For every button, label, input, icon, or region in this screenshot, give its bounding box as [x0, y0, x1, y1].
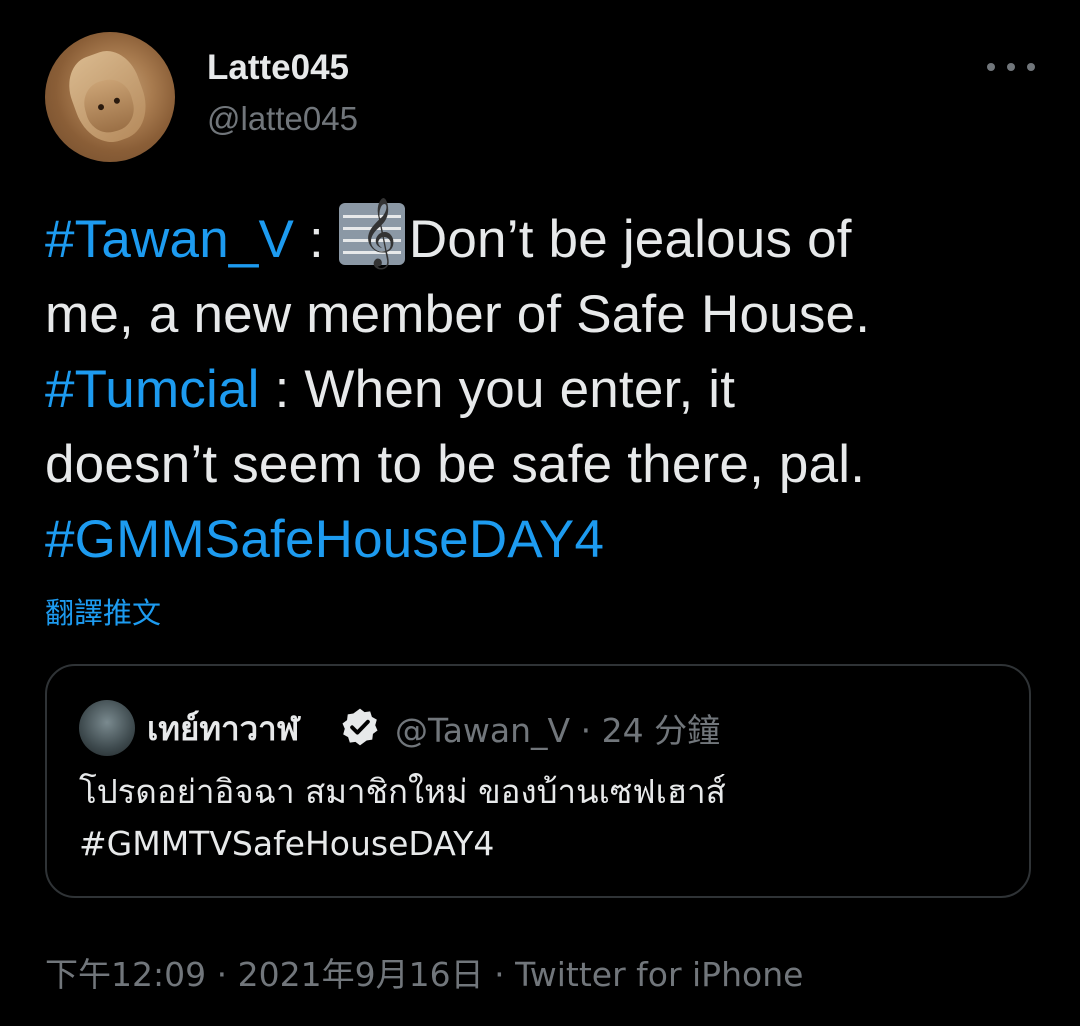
tweet-date[interactable]: 2021年9月16日: [238, 955, 484, 994]
meta-separator: ·: [570, 711, 602, 750]
author-avatar[interactable]: [45, 32, 175, 162]
more-options-icon[interactable]: [987, 52, 1035, 82]
more-dot: [1027, 63, 1035, 71]
footer-separator: ·: [206, 955, 238, 994]
author-display-name[interactable]: Latte045: [207, 48, 349, 88]
quoted-tweet-card[interactable]: เทย์ทาวาฬ @Tawan_V · 24 分鐘 โปรดอย่าอิจฉา…: [45, 664, 1031, 898]
tweet-line-5: #GMMSafeHouseDAY4: [45, 502, 1035, 577]
tweet-text: #Tawan_V : 𝄞 Don’t be jealous of me, a ne…: [45, 197, 1035, 577]
hashtag-tawan-v[interactable]: #Tawan_V: [45, 210, 294, 269]
quoted-hashtag[interactable]: #GMMTVSafeHouseDAY4: [79, 818, 726, 870]
tweet-text-1: Don’t be jealous of: [408, 210, 852, 269]
tweet-header: Latte045 @latte045: [45, 32, 1035, 164]
musical-score-icon: 𝄞: [338, 197, 405, 267]
hashtag-tumcial[interactable]: #Tumcial: [45, 360, 260, 419]
quoted-text-line-1: โปรดอย่าอิจฉา สมาชิกใหม่ ของบ้านเซฟเฮาส์: [79, 772, 726, 811]
author-handle[interactable]: @latte045: [207, 100, 358, 138]
tweet-time[interactable]: 下午12:09: [45, 955, 206, 994]
translate-tweet-link[interactable]: 翻譯推文: [45, 590, 161, 632]
quoted-meta: @Tawan_V · 24 分鐘: [395, 704, 720, 752]
tweet-colon: :: [294, 210, 339, 269]
tweet-line-2: me, a new member of Safe House.: [45, 285, 871, 344]
more-dot: [1007, 63, 1015, 71]
hashtag-gmmsafehouseday4[interactable]: #GMMSafeHouseDAY4: [45, 510, 604, 569]
footer-separator: ·: [483, 955, 516, 994]
tweet-line-1: #Tawan_V : 𝄞 Don’t be jealous of: [45, 197, 1035, 277]
tweet-timestamp-footer: 下午12:09 · 2021年9月16日 · Twitter for iPhon…: [45, 948, 803, 996]
quoted-tweet-text: โปรดอย่าอิจฉา สมาชิกใหม่ ของบ้านเซฟเฮาส์…: [79, 766, 726, 870]
verified-badge-icon: [342, 708, 378, 746]
tweet-line-4: doesn’t seem to be safe there, pal.: [45, 435, 866, 494]
tweet-line-3: #Tumcial : When you enter, it: [45, 352, 1035, 427]
tweet-source[interactable]: Twitter for iPhone: [515, 955, 803, 994]
tweet-text-3: : When you enter, it: [259, 360, 736, 419]
avatar-dog-eye-right: [113, 97, 121, 105]
quoted-author-avatar[interactable]: [79, 700, 135, 756]
more-dot: [987, 63, 995, 71]
quoted-author-name[interactable]: เทย์ทาวาฬ: [147, 702, 299, 755]
quoted-handle[interactable]: @Tawan_V: [395, 711, 570, 750]
avatar-dog-eye-left: [97, 103, 105, 111]
quoted-time[interactable]: 24 分鐘: [602, 711, 720, 750]
